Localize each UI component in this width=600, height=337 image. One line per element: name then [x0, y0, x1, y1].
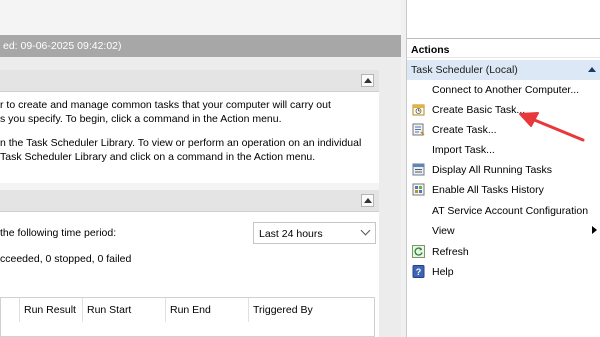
- action-import-task[interactable]: Import Task...: [407, 140, 600, 160]
- action-view[interactable]: View: [407, 221, 600, 241]
- action-enable-all-tasks-history[interactable]: Enable All Tasks History: [407, 180, 600, 200]
- grid-header: Run Result Run Start Run End Triggered B…: [1, 298, 374, 322]
- pane-scrollbar[interactable]: [379, 70, 401, 337]
- gray-strip: [0, 57, 401, 70]
- status-counts: cceeded, 0 stopped, 0 failed: [0, 253, 132, 265]
- submenu-arrow-icon: [592, 226, 597, 234]
- overview-section-header[interactable]: [0, 70, 379, 92]
- chevron-down-icon: [360, 225, 371, 236]
- overview-line-2: s you specify. To begin, click a command…: [0, 113, 282, 125]
- actions-pane: Actions Task Scheduler (Local) Connect t…: [406, 0, 600, 337]
- summary-header-text: ed: 09-06-2025 09:42:02): [3, 40, 122, 52]
- task-status-grid: Run Result Run Start Run End Triggered B…: [0, 297, 375, 337]
- collapse-status-button[interactable]: [361, 194, 374, 207]
- task-scheduler-local-group[interactable]: Task Scheduler (Local): [407, 60, 600, 80]
- action-create-basic-task[interactable]: Create Basic Task...: [407, 100, 600, 120]
- overview-line-3: n the Task Scheduler Library. To view or…: [0, 137, 362, 149]
- refresh-icon: [412, 245, 425, 258]
- action-refresh[interactable]: Refresh: [407, 242, 600, 262]
- action-connect-to-another-computer[interactable]: Connect to Another Computer...: [407, 80, 600, 100]
- column-header-run-end[interactable]: Run End: [165, 298, 248, 322]
- status-section-header[interactable]: [0, 190, 379, 212]
- overview-section-body: r to create and manage common tasks that…: [0, 92, 379, 183]
- collapse-up-icon[interactable]: [588, 67, 596, 72]
- svg-text:?: ?: [416, 267, 422, 277]
- action-create-task[interactable]: Create Task...: [407, 120, 600, 140]
- actions-title: Actions: [411, 44, 450, 56]
- collapse-overview-button[interactable]: [361, 74, 374, 87]
- column-header-run-start[interactable]: Run Start: [82, 298, 165, 322]
- action-display-all-running-tasks[interactable]: Display All Running Tasks: [407, 160, 600, 180]
- action-at-service-account-configuration[interactable]: AT Service Account Configuration: [407, 201, 600, 221]
- history-icon: [412, 183, 425, 196]
- actions-title-bar: Actions: [407, 38, 600, 58]
- period-select[interactable]: Last 24 hours: [253, 222, 376, 244]
- task-summary-pane: ed: 09-06-2025 09:42:02) r to create and…: [0, 0, 401, 337]
- summary-header: ed: 09-06-2025 09:42:02): [0, 35, 401, 57]
- running-tasks-icon: [412, 163, 425, 176]
- action-help[interactable]: ? Help: [407, 262, 600, 282]
- column-header-run-result[interactable]: Run Result: [19, 298, 82, 322]
- period-label: the following time period:: [0, 227, 117, 239]
- overview-line-4: Task Scheduler Library and click on a co…: [0, 151, 316, 163]
- overview-line-1: r to create and manage common tasks that…: [0, 99, 331, 111]
- create-task-icon: [412, 123, 425, 136]
- column-header-triggered-by[interactable]: Triggered By: [248, 298, 375, 322]
- help-icon: ?: [412, 265, 425, 278]
- period-select-value: Last 24 hours: [259, 228, 323, 240]
- group-label: Task Scheduler (Local): [411, 64, 518, 76]
- create-basic-task-icon: [412, 103, 425, 116]
